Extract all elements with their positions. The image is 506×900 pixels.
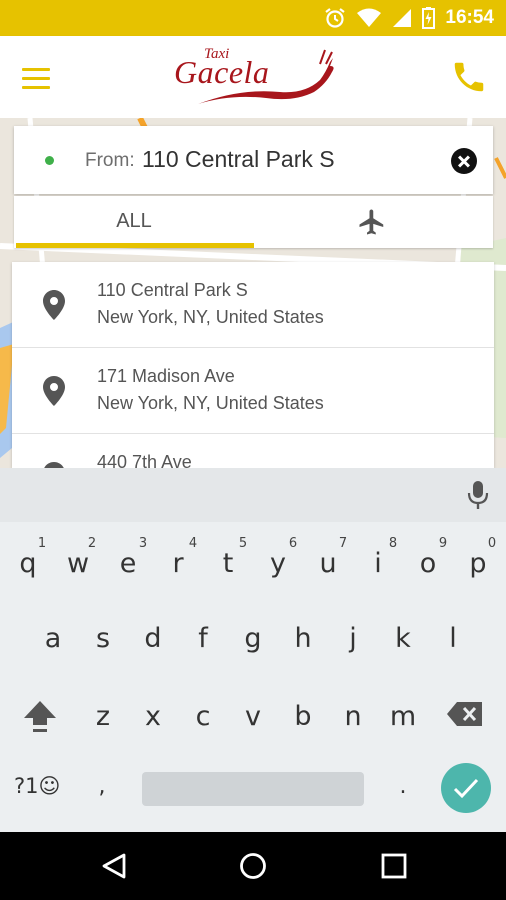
suggestion-item[interactable]: 171 Madison Ave New York, NY, United Sta… <box>12 348 494 434</box>
tab-selected-indicator <box>16 243 254 248</box>
wifi-icon <box>357 8 382 27</box>
microphone-icon[interactable] <box>466 480 490 510</box>
key-a[interactable]: a <box>28 623 78 654</box>
suggestion-city: New York, NY, United States <box>97 307 324 327</box>
back-icon[interactable] <box>100 852 128 880</box>
menu-icon-line <box>22 67 50 71</box>
status-time: 16:54 <box>445 7 494 28</box>
key-l[interactable]: l <box>428 623 478 654</box>
key-e[interactable]: e <box>103 548 153 579</box>
phone-icon <box>454 62 484 92</box>
key-b[interactable]: b <box>278 701 328 732</box>
location-pin-icon <box>43 290 65 320</box>
recents-icon[interactable] <box>380 852 408 880</box>
menu-icon-line <box>22 76 50 80</box>
key-s[interactable]: s <box>78 623 128 654</box>
pickup-search-box[interactable]: From: 110 Central Park S <box>14 126 493 194</box>
key-q[interactable]: q <box>3 548 53 579</box>
key-x[interactable]: x <box>128 701 178 732</box>
airplane-icon <box>359 209 384 235</box>
keyboard-suggestion-strip <box>0 468 506 522</box>
key-c[interactable]: c <box>178 701 228 732</box>
tab-all-label: ALL <box>116 210 152 232</box>
battery-charging-icon <box>422 7 436 29</box>
home-icon[interactable] <box>239 852 267 880</box>
key-i[interactable]: i <box>353 548 403 579</box>
check-icon <box>453 778 479 799</box>
alarm-icon <box>325 8 346 28</box>
logo: Taxi Gacela <box>170 44 340 110</box>
key-period[interactable]: . <box>378 774 428 799</box>
pickup-address-input[interactable]: 110 Central Park S <box>142 146 335 173</box>
key-d[interactable]: d <box>128 623 178 654</box>
key-p[interactable]: p <box>453 548 503 579</box>
key-v[interactable]: v <box>228 701 278 732</box>
menu-button[interactable] <box>22 60 58 96</box>
key-g[interactable]: g <box>228 623 278 654</box>
key-j[interactable]: j <box>328 623 378 654</box>
key-h[interactable]: h <box>278 623 328 654</box>
key-n[interactable]: n <box>328 701 378 732</box>
key-k[interactable]: k <box>378 623 428 654</box>
shift-icon[interactable] <box>22 698 58 734</box>
menu-icon-line <box>22 85 50 89</box>
location-pin-icon <box>43 376 65 406</box>
pickup-dot-icon <box>45 156 54 165</box>
status-bar: 16:54 <box>0 0 506 36</box>
suggestion-list: 110 Central Park S New York, NY, United … <box>12 262 494 468</box>
suggestion-street: 440 7th Ave <box>97 452 192 468</box>
key-y[interactable]: y <box>253 548 303 579</box>
suggestion-item[interactable]: 440 7th Ave <box>12 434 494 468</box>
suggestion-tabs: ALL <box>14 196 493 248</box>
enter-button[interactable] <box>441 763 491 813</box>
suggestion-street: 171 Madison Ave <box>97 366 235 386</box>
key-comma[interactable]: , <box>77 774 127 799</box>
symbols-key[interactable]: ?1☺ <box>14 774 60 798</box>
system-nav-bar <box>0 832 506 900</box>
key-z[interactable]: z <box>78 701 128 732</box>
tab-airports[interactable] <box>254 196 493 248</box>
key-w[interactable]: w <box>53 548 103 579</box>
from-label: From: <box>85 150 135 171</box>
suggestion-item[interactable]: 110 Central Park S New York, NY, United … <box>12 262 494 348</box>
tab-all[interactable]: ALL <box>14 196 254 248</box>
call-button[interactable] <box>450 58 488 96</box>
key-r[interactable]: r <box>153 548 203 579</box>
key-u[interactable]: u <box>303 548 353 579</box>
logo-title: Gacela <box>174 54 270 90</box>
key-o[interactable]: o <box>403 548 453 579</box>
clear-icon[interactable] <box>451 148 477 174</box>
key-m[interactable]: m <box>378 701 428 732</box>
key-t[interactable]: t <box>203 548 253 579</box>
soft-keyboard: 1 2 3 4 5 6 7 8 9 0 q w e r t y u i o p … <box>0 468 506 832</box>
app-bar: Taxi Gacela <box>0 36 506 118</box>
backspace-icon[interactable] <box>446 701 484 727</box>
key-f[interactable]: f <box>178 623 228 654</box>
signal-icon <box>393 9 412 27</box>
space-bar[interactable] <box>142 772 364 806</box>
suggestion-city: New York, NY, United States <box>97 393 324 413</box>
suggestion-street: 110 Central Park S <box>97 280 248 300</box>
